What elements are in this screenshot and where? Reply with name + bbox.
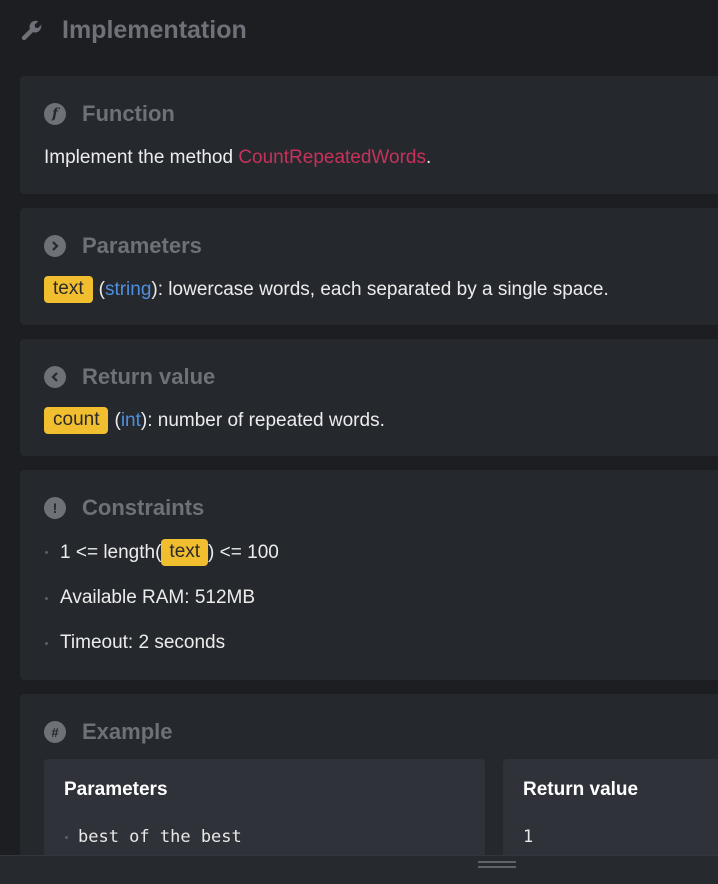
hash-circle-icon: #	[44, 721, 66, 743]
implementation-page: Implementation f Function Implement the …	[0, 0, 718, 884]
example-return-header: Return value	[523, 779, 639, 800]
example-return-card: Return value 1	[503, 759, 718, 869]
example-parameters-value: best of the best	[78, 827, 242, 847]
wrench-icon	[20, 18, 44, 42]
param-description: ): lowercase words, each separated by a …	[151, 278, 609, 300]
parameters-panel: Parameters text (string): lowercase word…	[20, 208, 718, 325]
return-value-panel: Return value count (int): number of repe…	[20, 339, 718, 456]
constraint-item-ram: Available RAM: 512MB	[44, 587, 255, 609]
bullet-dot	[45, 596, 48, 600]
drag-handle-icon[interactable]	[478, 861, 516, 869]
constraint-length-after: ) <= 100	[208, 541, 279, 563]
function-panel: f Function Implement the method CountRep…	[20, 76, 718, 194]
parameters-title: Parameters	[44, 232, 202, 260]
example-return-line: 1	[523, 827, 533, 847]
function-text-before: Implement the method	[44, 147, 239, 168]
bullet-dot	[45, 551, 48, 554]
return-description: ): number of repeated words.	[140, 409, 385, 431]
return-value-description: count (int): number of repeated words.	[44, 407, 385, 434]
constraint-text-tag: text	[161, 539, 209, 566]
chevron-left-circle-icon	[44, 366, 66, 388]
example-title: # Example	[44, 718, 173, 746]
panel-resize-bar[interactable]	[0, 855, 718, 884]
bullet-dot	[65, 835, 68, 839]
example-panel: # Example Parameters best of the best Re…	[20, 694, 718, 869]
example-title-label: Example	[82, 719, 173, 744]
return-name-tag: count	[44, 407, 109, 434]
bullet-dot	[45, 641, 48, 645]
return-value-title: Return value	[44, 363, 215, 391]
function-title: f Function	[44, 100, 175, 128]
function-text-after: .	[425, 147, 432, 168]
constraints-title-label: Constraints	[82, 495, 205, 520]
parameters-description: text (string): lowercase words, each sep…	[44, 276, 609, 303]
chevron-right-circle-icon	[44, 235, 66, 257]
return-value-title-label: Return value	[82, 364, 216, 389]
constraints-panel: ! Constraints 1 <= length(text) <= 100 A…	[20, 470, 718, 680]
example-parameters-header: Parameters	[64, 779, 168, 800]
exclamation-circle-icon: !	[44, 497, 66, 519]
example-parameters-line: best of the best	[64, 827, 242, 847]
parameters-title-label: Parameters	[82, 233, 202, 258]
param-name-tag: text	[44, 276, 93, 303]
return-type: int	[120, 409, 141, 431]
constraint-length-before: 1 <= length(	[60, 541, 162, 563]
page-title: Implementation	[62, 15, 247, 44]
function-title-label: Function	[82, 101, 175, 126]
constraint-ram: Available RAM: 512MB	[60, 587, 256, 608]
constraint-timeout: Timeout: 2 seconds	[60, 632, 226, 653]
example-return-value: 1	[523, 827, 534, 847]
constraint-item-timeout: Timeout: 2 seconds	[44, 632, 225, 654]
function-icon: f	[44, 103, 66, 125]
function-description: Implement the method CountRepeatedWords.	[44, 147, 431, 169]
implementation-header: Implementation	[20, 12, 247, 48]
constraints-title: ! Constraints	[44, 494, 204, 522]
constraint-item-length: 1 <= length(text) <= 100	[44, 539, 279, 566]
param-type: string	[104, 278, 152, 300]
example-parameters-card: Parameters best of the best	[44, 759, 485, 869]
method-name: CountRepeatedWords	[238, 147, 426, 168]
